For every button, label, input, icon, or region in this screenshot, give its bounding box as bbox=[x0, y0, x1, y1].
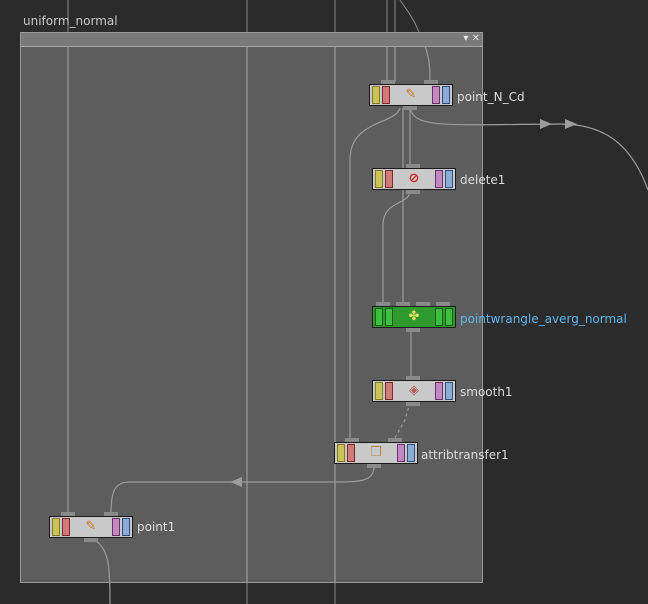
input-port[interactable] bbox=[396, 302, 410, 306]
input-port[interactable] bbox=[436, 302, 450, 306]
bypass-flag[interactable] bbox=[375, 382, 383, 400]
output-port[interactable] bbox=[406, 328, 420, 332]
wire-point1-out bbox=[91, 537, 111, 604]
lock-flag[interactable] bbox=[347, 444, 355, 462]
node-label[interactable]: attribtransfer1 bbox=[421, 448, 509, 462]
bypass-flag[interactable] bbox=[372, 86, 380, 104]
attribtransfer-sop-icon: ❒ bbox=[370, 445, 382, 460]
wire-to-attribtransfer-right bbox=[394, 401, 411, 439]
node-label-selected[interactable]: pointwrangle_averg_normal bbox=[460, 312, 627, 326]
template-flag[interactable] bbox=[435, 308, 443, 326]
wrangle-sop-icon: ✤ bbox=[408, 309, 420, 324]
smooth-sop-icon: ◈ bbox=[409, 383, 419, 398]
lock-flag[interactable] bbox=[385, 170, 393, 188]
node-attribtransfer1[interactable]: ❒ bbox=[334, 442, 418, 464]
node-wires bbox=[67, 45, 648, 604]
node-label[interactable]: point1 bbox=[137, 520, 175, 534]
node-label[interactable]: delete1 bbox=[460, 173, 505, 187]
display-flag[interactable] bbox=[442, 86, 450, 104]
node-label[interactable]: smooth1 bbox=[460, 385, 513, 399]
output-port[interactable] bbox=[406, 402, 420, 406]
background-wire bbox=[424, 45, 431, 83]
node-point1[interactable]: ✎ bbox=[49, 516, 133, 538]
wire-to-pointwrangle bbox=[382, 190, 411, 302]
output-port[interactable] bbox=[367, 464, 381, 468]
display-flag[interactable] bbox=[407, 444, 415, 462]
input-port[interactable] bbox=[381, 80, 395, 84]
template-flag[interactable] bbox=[435, 382, 443, 400]
display-flag[interactable] bbox=[445, 308, 453, 326]
node-delete1[interactable]: ⊘ bbox=[372, 168, 456, 190]
wire-arrow bbox=[540, 119, 552, 129]
output-port[interactable] bbox=[84, 538, 98, 542]
bypass-flag[interactable] bbox=[52, 518, 60, 536]
input-port[interactable] bbox=[61, 512, 75, 516]
wire-arrow bbox=[565, 119, 577, 129]
template-flag[interactable] bbox=[112, 518, 120, 536]
input-port[interactable] bbox=[376, 302, 390, 306]
input-port[interactable] bbox=[416, 302, 430, 306]
node-point-n-cd[interactable]: ✎ bbox=[369, 84, 453, 106]
node-pointwrangle-averg-normal[interactable]: ✤ bbox=[372, 306, 456, 328]
template-flag[interactable] bbox=[435, 170, 443, 188]
lock-flag[interactable] bbox=[385, 308, 393, 326]
input-port[interactable] bbox=[388, 438, 402, 442]
display-flag[interactable] bbox=[445, 170, 453, 188]
node-smooth1[interactable]: ◈ bbox=[372, 380, 456, 402]
display-flag[interactable] bbox=[122, 518, 130, 536]
input-port[interactable] bbox=[424, 80, 438, 84]
template-flag[interactable] bbox=[432, 86, 440, 104]
input-port[interactable] bbox=[104, 512, 118, 516]
bypass-flag[interactable] bbox=[375, 308, 383, 326]
point-sop-icon: ✎ bbox=[405, 87, 417, 102]
template-flag[interactable] bbox=[397, 444, 405, 462]
delete-sop-icon: ⊘ bbox=[408, 171, 420, 186]
input-port[interactable] bbox=[406, 164, 420, 168]
lock-flag[interactable] bbox=[62, 518, 70, 536]
bypass-flag[interactable] bbox=[375, 170, 383, 188]
input-port[interactable] bbox=[345, 438, 359, 442]
bypass-flag[interactable] bbox=[337, 444, 345, 462]
point-sop-icon: ✎ bbox=[85, 519, 97, 534]
output-port[interactable] bbox=[406, 190, 420, 194]
lock-flag[interactable] bbox=[382, 86, 390, 104]
output-port[interactable] bbox=[403, 106, 417, 110]
display-flag[interactable] bbox=[445, 382, 453, 400]
lock-flag[interactable] bbox=[385, 382, 393, 400]
node-label[interactable]: point_N_Cd bbox=[457, 90, 525, 104]
wire-arrow bbox=[230, 477, 242, 487]
input-port[interactable] bbox=[406, 376, 420, 380]
